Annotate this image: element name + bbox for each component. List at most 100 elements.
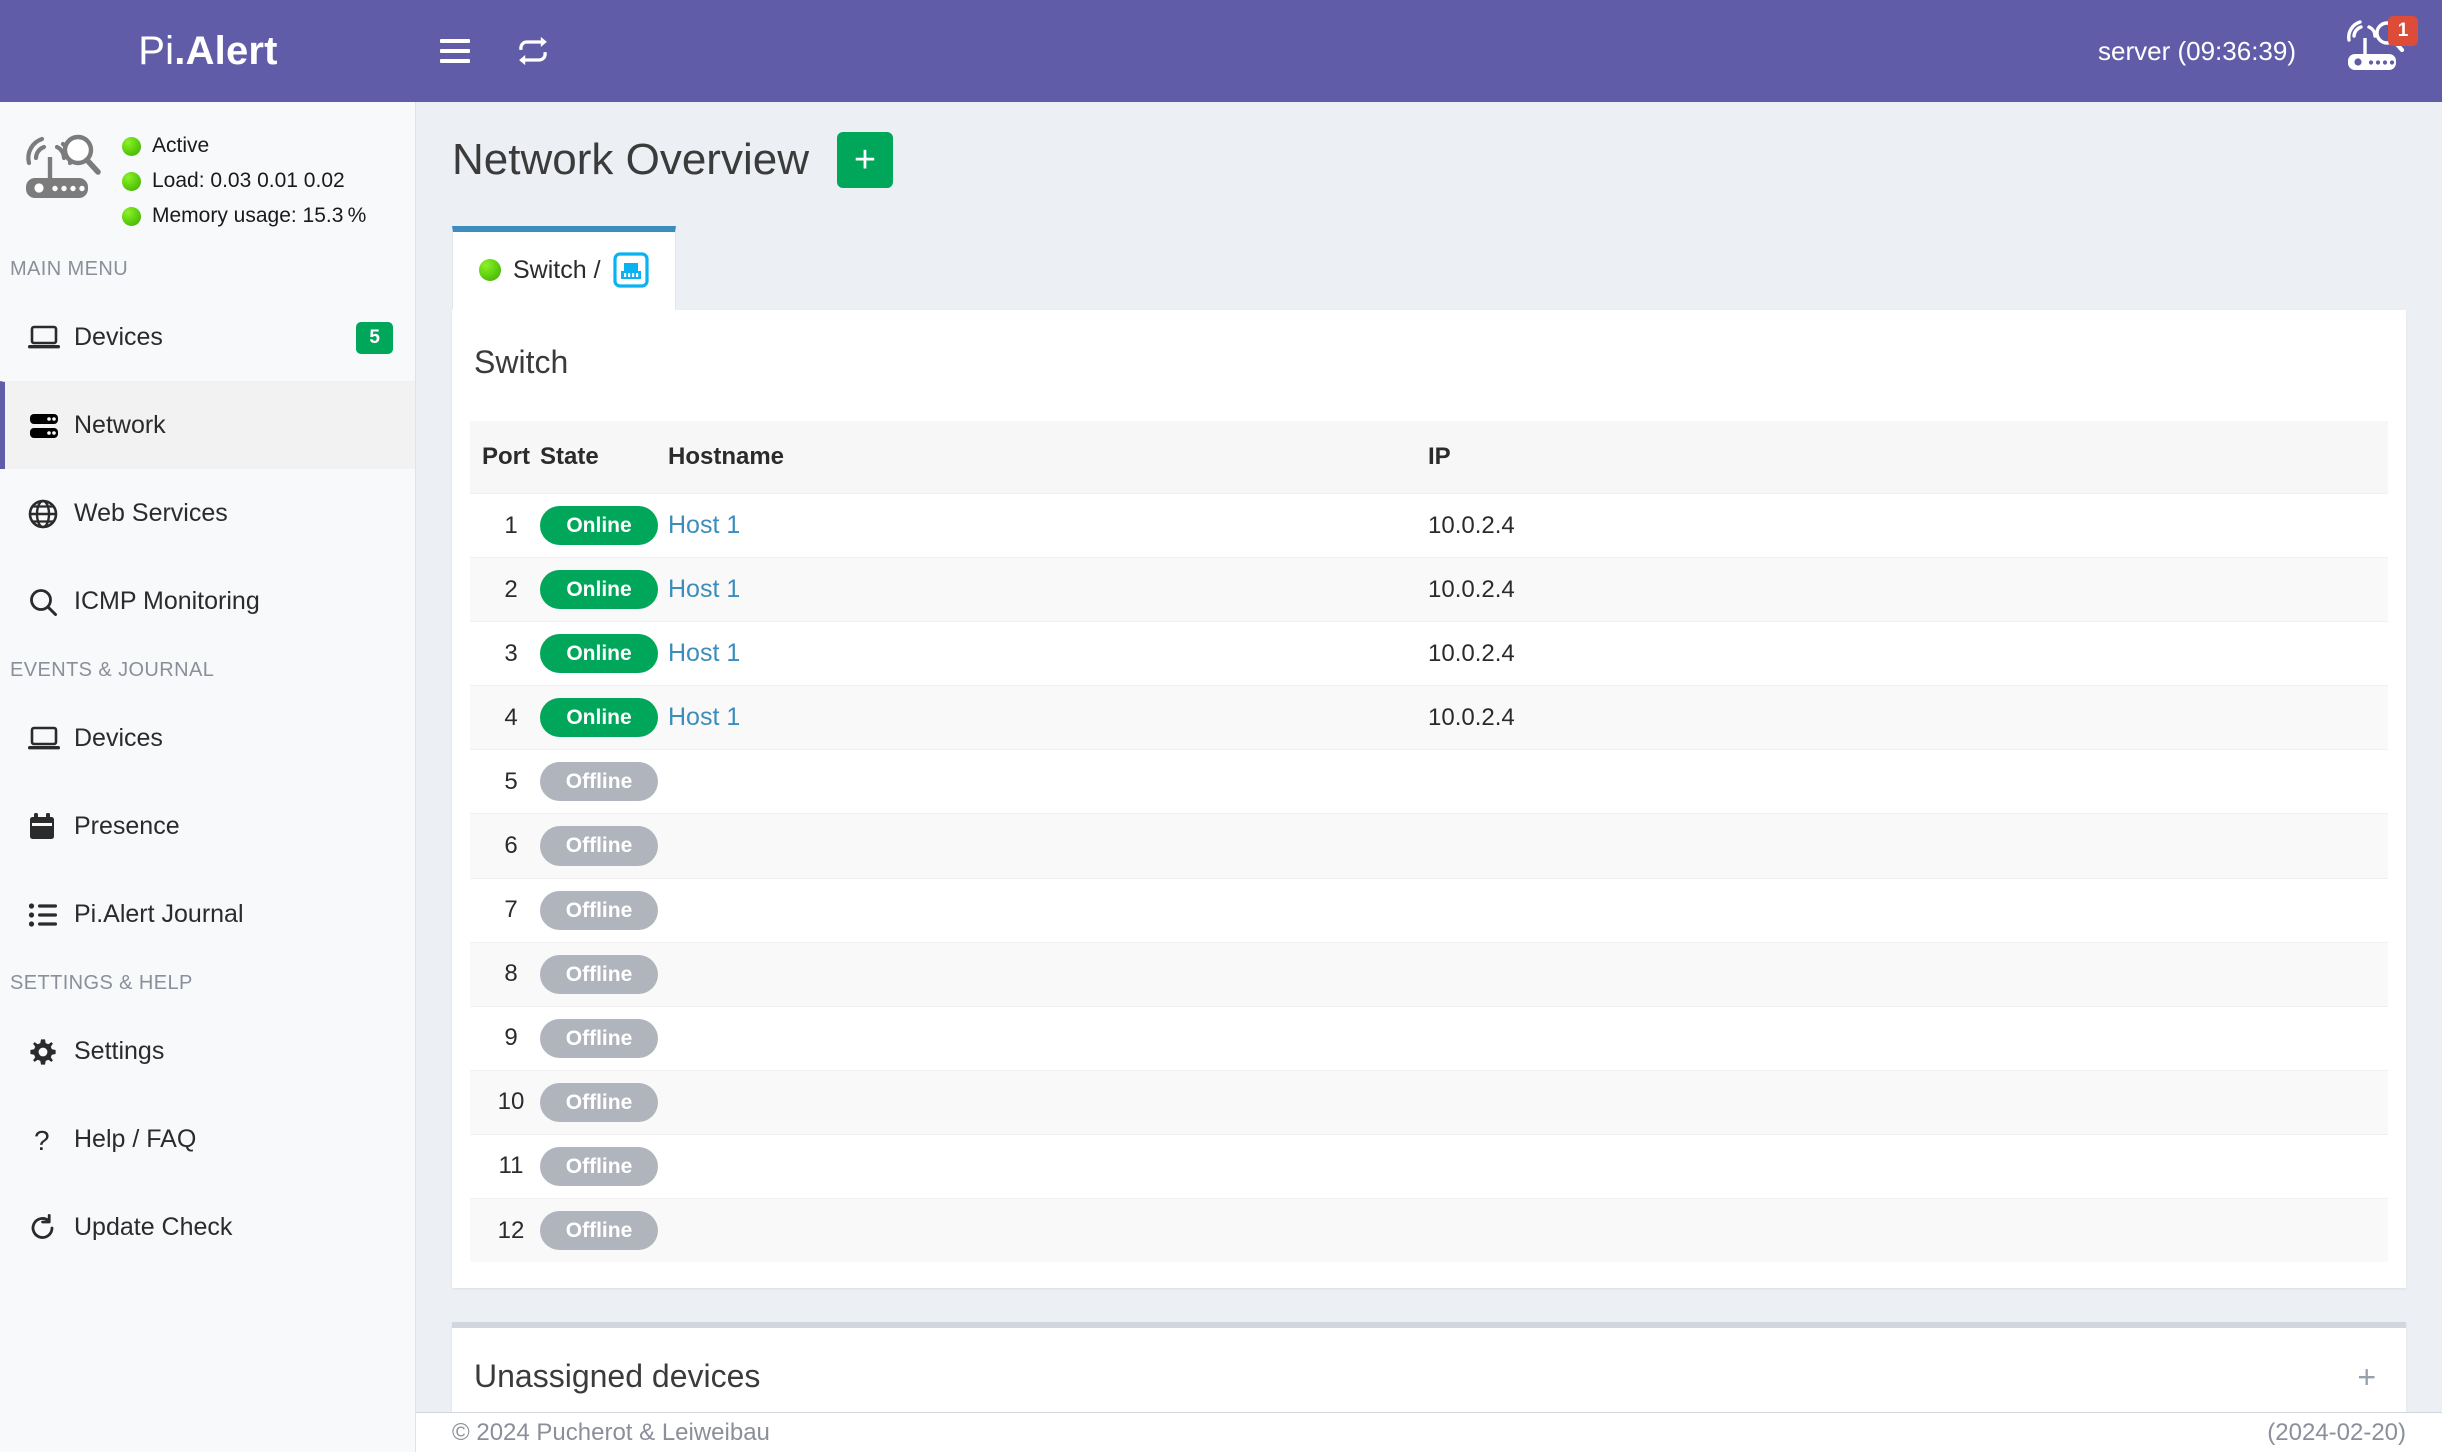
cell-hostname: Host 1 — [668, 558, 1428, 622]
laptop-icon — [28, 726, 74, 752]
cell-hostname — [668, 1199, 1428, 1263]
hostname-link[interactable]: Host 1 — [668, 703, 740, 731]
sidebar-item-network[interactable]: Network — [0, 381, 415, 469]
footer-copyright: © 2024 Pucherot & Leiweibau — [452, 1418, 770, 1446]
refresh-button[interactable] — [494, 0, 572, 102]
table-row[interactable]: 7 Offline — [470, 878, 2388, 943]
table-row[interactable]: 8 Offline — [470, 942, 2388, 1007]
calendar-icon — [28, 812, 74, 842]
table-row[interactable]: 2 Online Host 1 10.0.2.4 — [470, 557, 2388, 622]
sidebar-item-devices-main[interactable]: Devices 5 — [0, 293, 415, 381]
cell-state: Offline — [540, 1134, 668, 1198]
notifications-button[interactable]: 1 — [2342, 16, 2418, 82]
status-line-active: Active — [122, 134, 366, 158]
table-row[interactable]: 11 Offline — [470, 1134, 2388, 1199]
sidebar-item-label: Presence — [74, 812, 180, 840]
table-row[interactable]: 4 Online Host 1 10.0.2.4 — [470, 685, 2388, 750]
sidebar-item-presence[interactable]: Presence — [0, 782, 415, 870]
table-row[interactable]: 1 Online Host 1 10.0.2.4 — [470, 493, 2388, 558]
sidebar-item-label: Help / FAQ — [74, 1125, 197, 1153]
status-dot-icon — [122, 171, 141, 191]
sidebar-item-update-check[interactable]: Update Check — [0, 1183, 415, 1271]
status-line-memory: Memory usage: 15.3 % — [122, 204, 366, 228]
top-header-bar: Pi.Alert server (09:36:39) 1 — [0, 0, 2442, 102]
sidebar-badge-devices: 5 — [356, 321, 393, 354]
list-ul-icon — [28, 902, 74, 928]
status-text: Active — [152, 134, 210, 157]
cell-ip — [1428, 750, 2388, 814]
cell-state: Online — [540, 686, 668, 750]
cell-ip — [1428, 814, 2388, 878]
sidebar-item-label: Devices — [74, 724, 163, 752]
laptop-icon — [28, 325, 74, 351]
globe-icon — [28, 499, 74, 529]
table-row[interactable]: 9 Offline — [470, 1006, 2388, 1071]
column-header-state: State — [540, 421, 668, 494]
hostname-link[interactable]: Host 1 — [668, 639, 740, 667]
cell-hostname — [668, 942, 1428, 1006]
status-badge: Online — [540, 634, 658, 674]
table-row[interactable]: 12 Offline — [470, 1198, 2388, 1263]
sidebar-item-help-faq[interactable]: ? Help / FAQ — [0, 1095, 415, 1183]
hostname-link[interactable]: Host 1 — [668, 575, 740, 603]
status-badge: Offline — [540, 1146, 658, 1187]
cell-ip: 10.0.2.4 — [1428, 511, 1515, 539]
cell-hostname — [668, 878, 1428, 942]
cell-port: 8 — [504, 960, 518, 988]
cell-state: Offline — [540, 814, 668, 878]
status-text: Load: 0.03 0.01 0.02 — [152, 169, 345, 192]
cell-ip — [1428, 1070, 2388, 1134]
column-header-ip: IP — [1428, 421, 2388, 494]
cell-port: 3 — [504, 639, 518, 667]
sidebar-item-settings[interactable]: Settings — [0, 1007, 415, 1095]
question-icon: ? — [28, 1125, 74, 1155]
table-row[interactable]: 6 Offline — [470, 813, 2388, 879]
unassigned-expand-icon[interactable]: + — [2357, 1361, 2376, 1393]
table-row[interactable]: 3 Online Host 1 10.0.2.4 — [470, 621, 2388, 686]
sidebar-item-devices-events[interactable]: Devices — [0, 694, 415, 782]
status-dot-icon — [122, 136, 141, 156]
sidebar-item-label: Pi.Alert Journal — [74, 900, 244, 928]
cell-hostname — [668, 1006, 1428, 1070]
cell-state: Offline — [540, 878, 668, 942]
cell-ip — [1428, 1199, 2388, 1263]
cell-ip — [1428, 942, 2388, 1006]
server-time-label: server (09:36:39) — [2098, 35, 2296, 66]
sidebar-status-icon-wrap — [20, 126, 106, 209]
logo-text-bold: .Alert — [174, 28, 278, 73]
status-line-load: Load: 0.03 0.01 0.02 — [122, 169, 366, 193]
sidebar-toggle-button[interactable] — [416, 0, 494, 102]
cell-port: 4 — [504, 703, 518, 731]
status-badge: Online — [540, 698, 658, 738]
cell-state: Offline — [540, 942, 668, 1006]
status-badge: Offline — [540, 762, 658, 802]
sidebar-item-web-services[interactable]: Web Services — [0, 469, 415, 557]
table-head: Port State Hostname IP — [470, 421, 2388, 494]
hamburger-icon — [440, 39, 470, 63]
cell-state: Online — [540, 558, 668, 622]
app-logo[interactable]: Pi.Alert — [0, 0, 416, 102]
unassigned-devices-box[interactable]: Unassigned devices + — [452, 1322, 2406, 1426]
cell-state: Offline — [540, 1070, 668, 1134]
sidebar-item-icmp-monitoring[interactable]: ICMP Monitoring — [0, 557, 415, 645]
hostname-link[interactable]: Host 1 — [668, 511, 740, 539]
status-badge: Offline — [540, 954, 658, 994]
cell-port: 12 — [497, 1216, 525, 1244]
table-row[interactable]: 10 Offline — [470, 1070, 2388, 1135]
table-row[interactable]: 5 Offline — [470, 749, 2388, 814]
cell-state: Online — [540, 622, 668, 686]
cell-state: Offline — [540, 1006, 668, 1070]
svg-text:?: ? — [34, 1125, 50, 1155]
add-network-button[interactable]: + — [836, 132, 893, 188]
cell-port: 1 — [504, 511, 518, 539]
sidebar-item-label: Web Services — [74, 499, 228, 527]
cell-ip: 10.0.2.4 — [1428, 639, 1515, 667]
main-content: Network Overview + Switch / Switch Port … — [416, 102, 2442, 1452]
cell-hostname — [668, 1134, 1428, 1198]
ethernet-port-icon — [612, 252, 649, 288]
tab-switch[interactable]: Switch / — [452, 226, 676, 310]
cell-ip — [1428, 1134, 2388, 1198]
cell-hostname — [668, 750, 1428, 814]
logo-text: Pi.Alert — [138, 29, 277, 74]
sidebar-item-pialert-journal[interactable]: Pi.Alert Journal — [0, 870, 415, 958]
